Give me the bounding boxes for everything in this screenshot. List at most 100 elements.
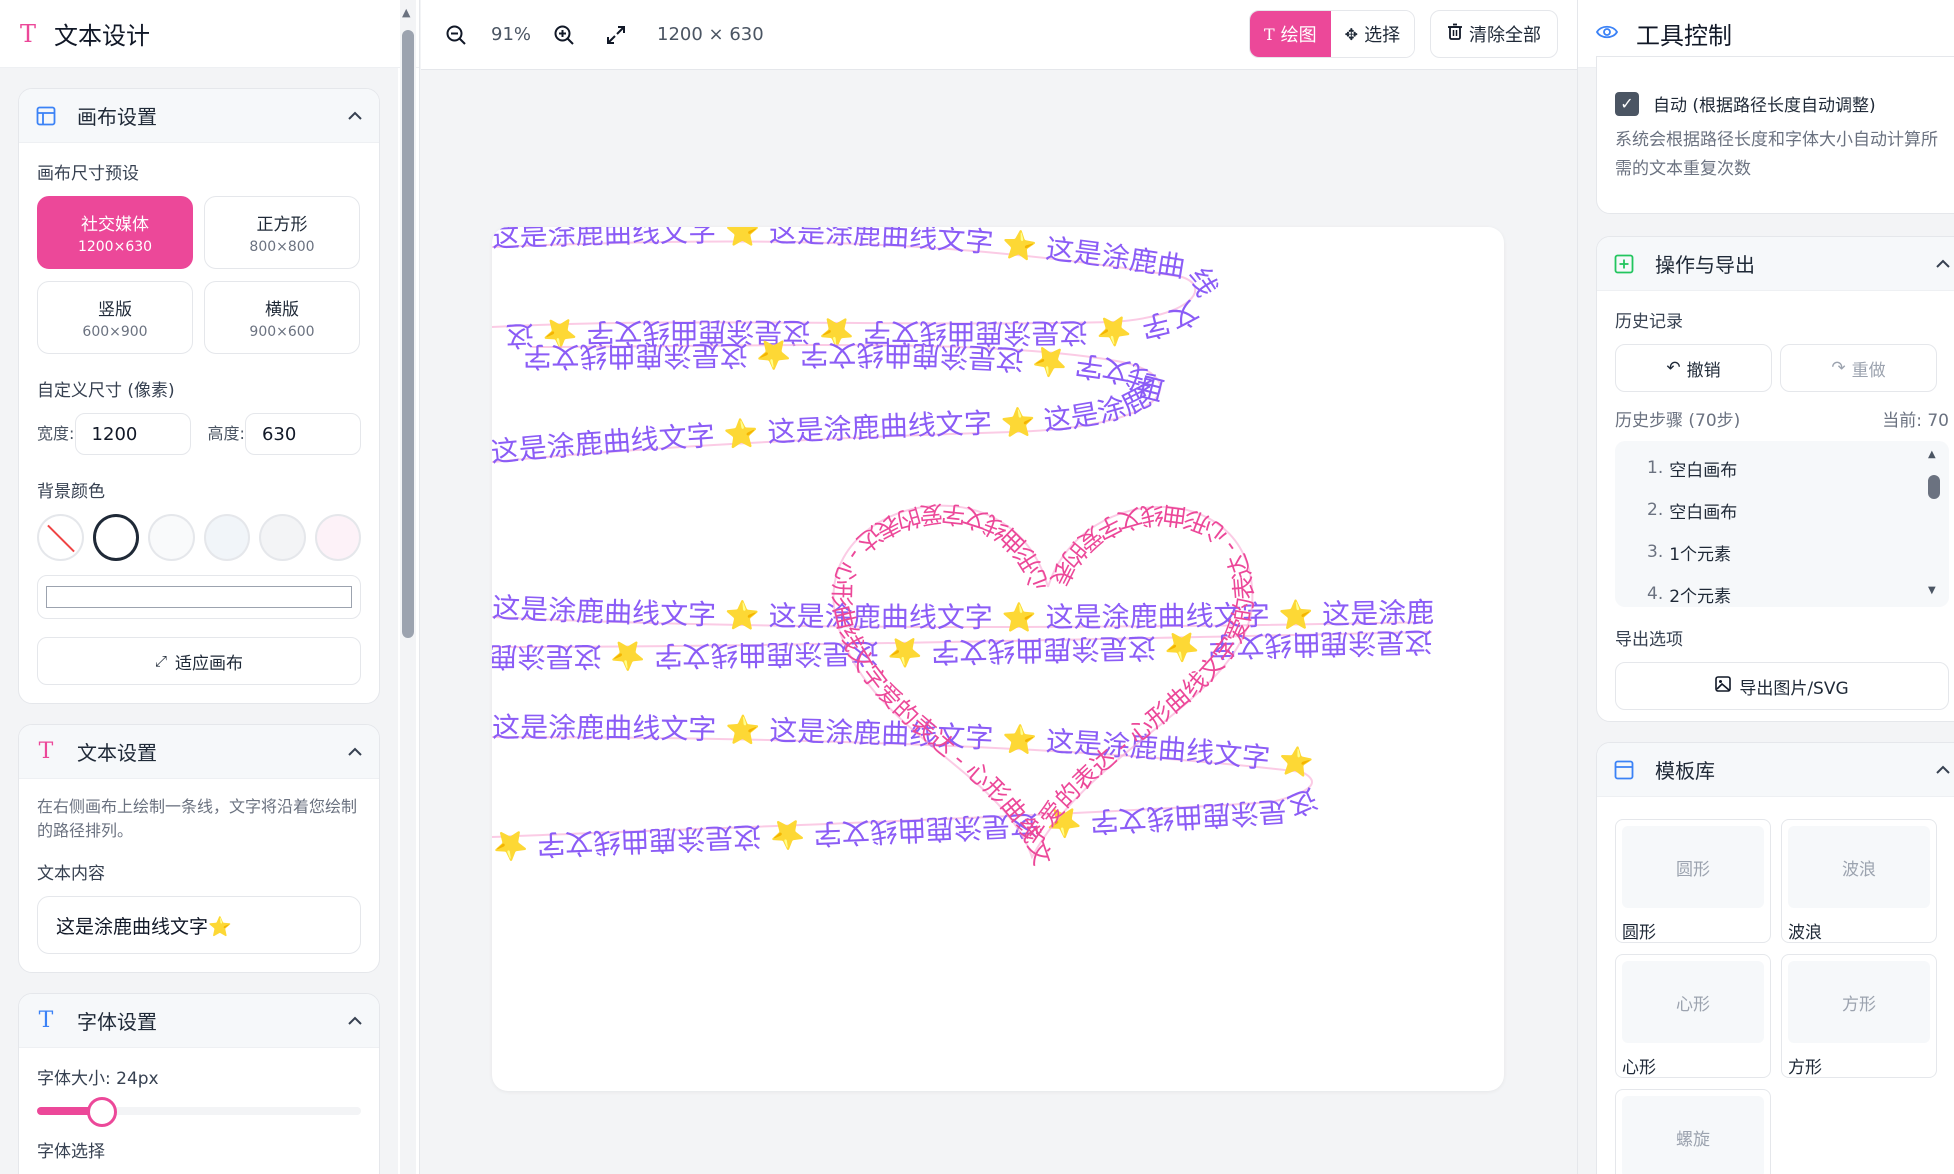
chevron-up-icon[interactable] xyxy=(347,1011,363,1030)
font-size-slider[interactable] xyxy=(37,1095,361,1127)
mode-toggle: T 绘图 ✥ 选择 xyxy=(1249,10,1416,58)
draw-mode-label: 绘图 xyxy=(1280,25,1317,46)
select-mode-label: 选择 xyxy=(1364,25,1401,46)
fullscreen-icon[interactable] xyxy=(601,20,631,50)
preset-portrait[interactable]: 竖版 600×900 xyxy=(37,281,193,354)
template-wave[interactable]: 波浪 波浪 xyxy=(1781,819,1937,943)
width-input[interactable] xyxy=(74,413,191,455)
zoom-out-icon[interactable] xyxy=(441,20,471,50)
clear-all-button[interactable]: 清除全部 xyxy=(1430,10,1558,58)
chevron-up-icon[interactable] xyxy=(1935,760,1951,779)
preset-landscape[interactable]: 横版 900×600 xyxy=(204,281,360,354)
draw-mode-button[interactable]: T 绘图 xyxy=(1250,11,1331,57)
zoom-in-icon[interactable] xyxy=(549,20,579,50)
text-content-input[interactable]: 这是涂鹿曲线文字⭐ xyxy=(37,896,361,954)
eye-icon xyxy=(1595,24,1619,44)
swatch-white[interactable] xyxy=(92,514,140,561)
canvas-settings-header[interactable]: 画布设置 xyxy=(19,89,379,143)
chevron-up-icon[interactable] xyxy=(1935,254,1951,273)
swatch-pink-50[interactable] xyxy=(314,514,362,561)
fit-canvas-label: 适应画布 xyxy=(175,653,243,674)
move-icon: ✥ xyxy=(1344,24,1359,44)
history-list: 1. 空白画布 2. 空白画布 3. 1个元素 4. 2个元素 ▲ ▼ xyxy=(1615,441,1949,607)
custom-size-row: 宽度: 高度: xyxy=(37,413,361,455)
template-preview: 波浪 xyxy=(1788,826,1930,908)
scroll-down-icon[interactable]: ▼ xyxy=(1928,585,1936,596)
preset-square[interactable]: 正方形 800×800 xyxy=(204,196,360,269)
history-index: 1. xyxy=(1647,458,1664,478)
templates-title: 模板库 xyxy=(1655,759,1715,783)
text-icon: T xyxy=(38,739,54,764)
history-index: 2. xyxy=(1647,500,1664,520)
slider-handle[interactable] xyxy=(86,1097,117,1127)
history-scrollbar[interactable]: ▲ ▼ xyxy=(1927,449,1941,599)
text-settings-header[interactable]: T 文本设置 xyxy=(19,725,379,779)
history-text: 2个元素 xyxy=(1669,586,1732,607)
history-item[interactable]: 4. 2个元素 xyxy=(1647,573,1949,615)
swatch-gray-100[interactable] xyxy=(259,514,306,561)
redo-button[interactable]: ↷ 重做 xyxy=(1780,344,1937,392)
canvas-stage: 这是涂鹿曲线文字 ⭐ 这是涂鹿曲线文字 ⭐ 这是涂鹿曲线文字 ⭐ 这是涂鹿曲线文… xyxy=(421,70,1577,1174)
ops-header[interactable]: 操作与导出 xyxy=(1597,237,1954,291)
template-circle[interactable]: 圆形 圆形 xyxy=(1615,819,1771,943)
app-title: 文本设计 xyxy=(54,22,151,50)
export-button-label: 导出图片/SVG xyxy=(1739,678,1849,699)
tools-title: 工具控制 xyxy=(1636,22,1732,50)
custom-size-label: 自定义尺寸 (像素) xyxy=(37,381,175,401)
chevron-up-icon[interactable] xyxy=(347,106,363,125)
text-tool-icon: T xyxy=(20,19,37,48)
height-input[interactable] xyxy=(244,413,361,455)
text-settings-title: 文本设置 xyxy=(77,741,157,765)
scrollbar-thumb[interactable] xyxy=(402,30,414,638)
bg-color-label: 背景颜色 xyxy=(37,482,105,502)
fit-canvas-button[interactable]: ⤢ 适应画布 xyxy=(37,637,361,685)
history-item[interactable]: 1. 空白画布 xyxy=(1647,447,1949,489)
ops-card: 操作与导出 历史记录 ↶ 撤销 ↷ 重做 历史步骤 (70步) 当前: 70 1… xyxy=(1596,236,1954,722)
swatch-none[interactable] xyxy=(37,514,84,561)
text-cursor-icon: T xyxy=(1264,24,1275,44)
curve-text-1[interactable]: 这是涂鹿曲线文字 ⭐ 这是涂鹿曲线文字 ⭐ 这是涂鹿曲线文字 ⭐ 这是涂鹿曲线文… xyxy=(492,227,1224,352)
swatch-slate-100[interactable] xyxy=(203,514,251,561)
select-mode-button[interactable]: ✥ 选择 xyxy=(1330,11,1415,57)
chevron-up-icon[interactable] xyxy=(347,742,363,761)
redo-label: 重做 xyxy=(1851,360,1886,381)
auto-checkbox-row[interactable]: ✓ 自动 (根据路径长度自动调整) xyxy=(1615,91,1949,116)
export-button[interactable]: 导出图片/SVG xyxy=(1615,662,1949,710)
swatch-gray-50[interactable] xyxy=(148,514,195,561)
preset-label: 画布尺寸预设 xyxy=(37,164,139,184)
template-preview: 圆形 xyxy=(1622,826,1764,908)
scrollbar-thumb[interactable] xyxy=(1928,475,1940,499)
template-preview: 心形 xyxy=(1622,961,1764,1043)
left-scroll-area: 画布设置 画布尺寸预设 社交媒体 1200×630 正方形 800×800 竖版… xyxy=(0,68,398,1174)
undo-button[interactable]: ↶ 撤销 xyxy=(1615,344,1772,392)
font-settings-title: 字体设置 xyxy=(77,1010,157,1034)
left-sidebar: T 文本设计 画布设置 画布尺寸预设 社交媒体 1200×630 正方形 800… xyxy=(0,0,420,1174)
checkbox-checked-icon[interactable]: ✓ xyxy=(1615,91,1639,116)
height-label: 高度: xyxy=(207,424,245,443)
font-icon: T xyxy=(38,1008,54,1033)
font-settings-card: T 字体设置 字体大小: 24px 字体选择 xyxy=(18,993,380,1174)
font-settings-header[interactable]: T 字体设置 xyxy=(19,994,379,1048)
width-label: 宽度: xyxy=(37,424,75,443)
template-name: 波浪 xyxy=(1788,923,1822,943)
design-canvas[interactable]: 这是涂鹿曲线文字 ⭐ 这是涂鹿曲线文字 ⭐ 这是涂鹿曲线文字 ⭐ 这是涂鹿曲线文… xyxy=(492,227,1504,1091)
preset-social[interactable]: 社交媒体 1200×630 xyxy=(37,196,193,269)
auto-label: 自动 (根据路径长度自动调整) xyxy=(1653,96,1876,116)
template-preview: 螺旋 xyxy=(1622,1096,1764,1174)
canvas-drawing[interactable]: 这是涂鹿曲线文字 ⭐ 这是涂鹿曲线文字 ⭐ 这是涂鹿曲线文字 ⭐ 这是涂鹿曲线文… xyxy=(492,227,1504,1091)
history-index: 4. xyxy=(1647,584,1664,604)
template-square[interactable]: 方形 方形 xyxy=(1781,954,1937,1078)
preset-name: 竖版 xyxy=(98,300,132,320)
scroll-up-icon[interactable]: ▲ xyxy=(1928,449,1936,460)
trash-icon xyxy=(1447,23,1463,46)
color-picker[interactable] xyxy=(37,575,361,619)
history-item[interactable]: 3. 1个元素 xyxy=(1647,531,1949,573)
canvas-settings-card: 画布设置 画布尺寸预设 社交媒体 1200×630 正方形 800×800 竖版… xyxy=(18,88,380,704)
template-heart[interactable]: 心形 心形 xyxy=(1615,954,1771,1078)
sidebar-scrollbar[interactable]: ▲ xyxy=(400,0,416,1174)
template-spiral[interactable]: 螺旋 xyxy=(1615,1089,1771,1174)
templates-header[interactable]: 模板库 xyxy=(1597,743,1954,797)
scroll-up-icon[interactable]: ▲ xyxy=(402,6,410,19)
history-item[interactable]: 2. 空白画布 xyxy=(1647,489,1949,531)
preset-size: 600×900 xyxy=(82,324,148,340)
